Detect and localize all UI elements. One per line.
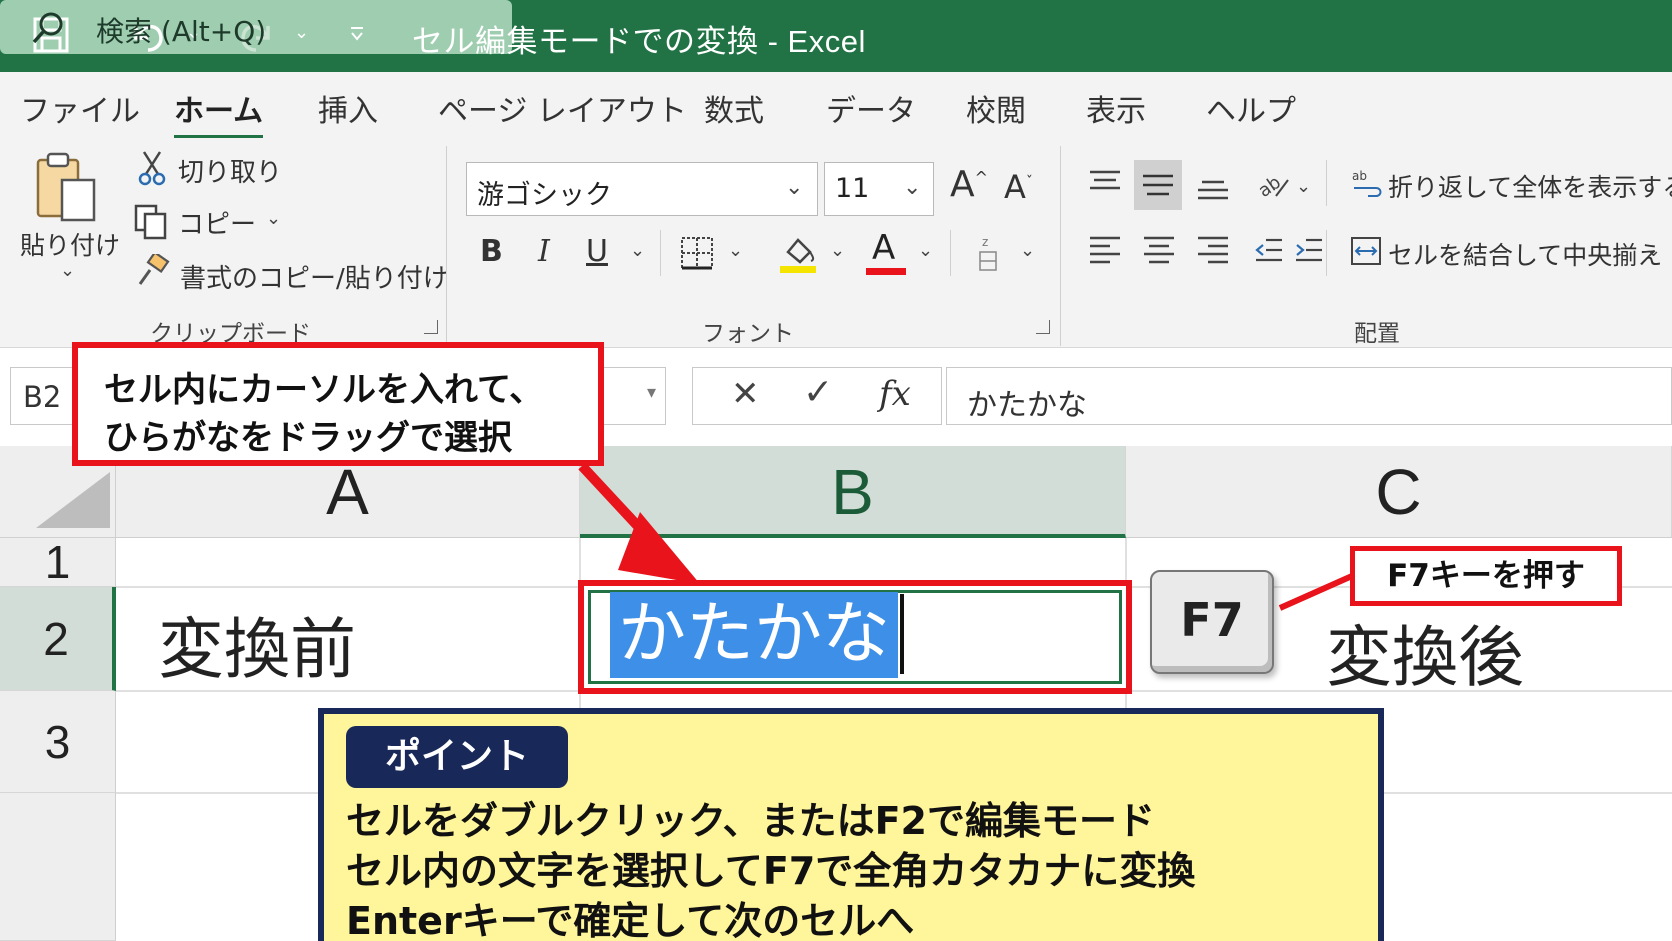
- point-line-1: セルをダブルクリック、またはF2で編集モード: [346, 799, 1155, 843]
- point-box: ポイント セルをダブルクリック、またはF2で編集モード セル内の文字を選択してF…: [318, 708, 1384, 941]
- f7-callout-label: F7キーを押す: [1350, 546, 1622, 606]
- callout-line-1: セル内にカーソルを入れて、: [104, 370, 544, 410]
- point-line-2: セル内の文字を選択してF7で全角カタカナに変換: [346, 849, 1196, 893]
- point-line-3: Enterキーで確定して次のセルへ: [346, 899, 915, 941]
- callout-line-2: ひらがなをドラッグで選択: [104, 418, 512, 458]
- instruction-callout: セル内にカーソルを入れて、 ひらがなをドラッグで選択: [72, 342, 604, 466]
- f7-connector-line: [1278, 573, 1354, 611]
- point-badge: ポイント: [346, 726, 568, 788]
- f7-key-icon: F7: [1150, 570, 1274, 674]
